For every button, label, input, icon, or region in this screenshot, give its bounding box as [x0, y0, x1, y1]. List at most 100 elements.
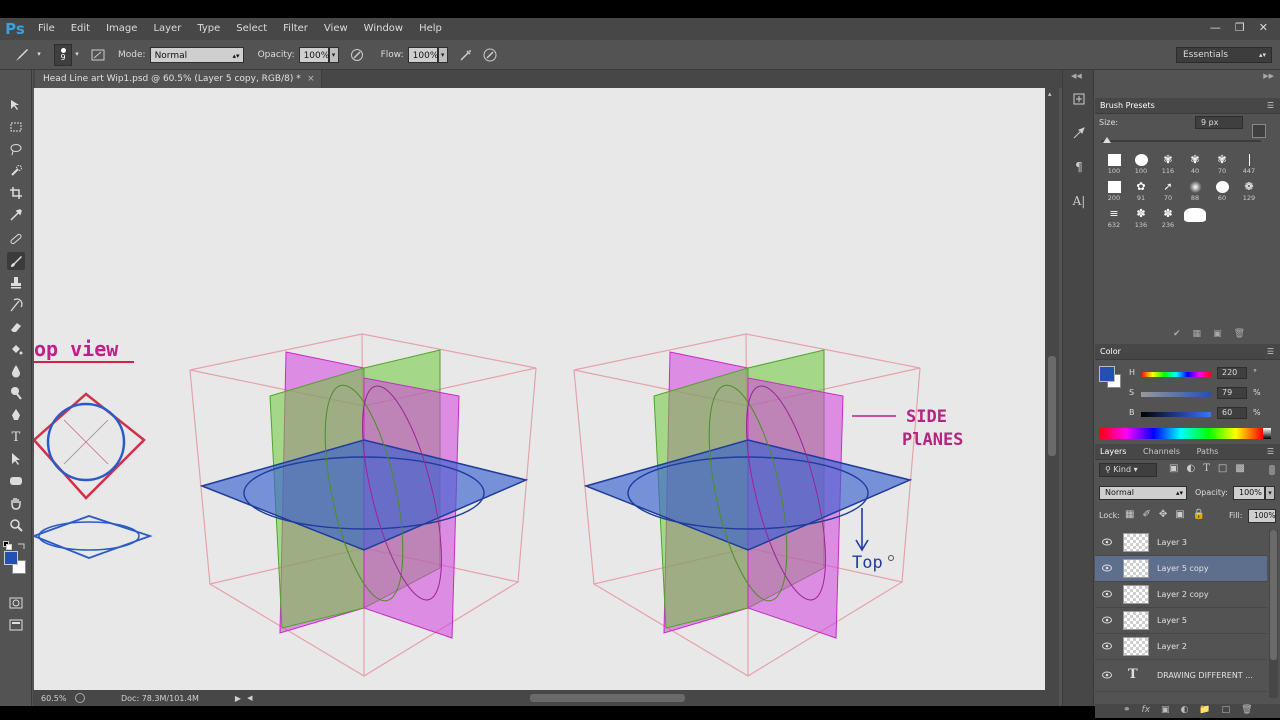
history-brush-tool-icon[interactable]: [7, 296, 25, 314]
layer-opacity-input[interactable]: 100%: [1233, 486, 1265, 500]
scroll-up-icon[interactable]: ▴: [1048, 90, 1052, 98]
visibility-eye-icon[interactable]: [1102, 671, 1112, 679]
airbrush-icon[interactable]: [458, 47, 474, 63]
menu-layer[interactable]: Layer: [145, 18, 189, 40]
eraser-tool-icon[interactable]: [7, 318, 25, 336]
lock-position-icon[interactable]: ✥: [1159, 509, 1167, 520]
menu-select[interactable]: Select: [228, 18, 275, 40]
horizontal-scroll-thumb[interactable]: [530, 694, 685, 702]
grayscale-ramp[interactable]: [1263, 428, 1271, 439]
status-menu-arrow-icon[interactable]: ▶: [235, 694, 241, 703]
blend-mode-select[interactable]: Normal ▴▾: [1099, 486, 1187, 500]
menu-window[interactable]: Window: [356, 18, 411, 40]
path-selection-tool-icon[interactable]: [7, 450, 25, 468]
brightness-slider[interactable]: [1141, 412, 1211, 417]
shape-tool-icon[interactable]: [7, 472, 25, 490]
type-tool-icon[interactable]: T: [7, 428, 25, 446]
brush-preset[interactable]: 100: [1101, 152, 1127, 178]
lock-pixels-icon[interactable]: ✐: [1142, 509, 1150, 520]
lock-transparent-icon[interactable]: ▦: [1125, 509, 1134, 520]
close-tab-icon[interactable]: ×: [307, 70, 315, 88]
flow-dropdown[interactable]: ▾: [437, 46, 448, 63]
panel-menu-icon[interactable]: ☰: [1267, 444, 1274, 460]
brush-preset[interactable]: 447: [1236, 152, 1262, 178]
pressure-size-icon[interactable]: [482, 47, 498, 63]
color-spectrum-bar[interactable]: [1099, 428, 1263, 439]
brush-preset[interactable]: ≡ 632: [1101, 206, 1127, 232]
hue-slider[interactable]: [1141, 372, 1211, 377]
foreground-color-swatch[interactable]: [1099, 366, 1115, 382]
swap-colors-icon[interactable]: [17, 541, 26, 550]
workspace-switcher[interactable]: Essentials ▴▾: [1176, 47, 1272, 63]
layer-row[interactable]: Layer 2: [1095, 634, 1267, 660]
history-panel-icon[interactable]: [1070, 90, 1088, 108]
character-panel-icon[interactable]: A|: [1070, 192, 1088, 210]
lock-all-icon[interactable]: 🔒: [1193, 509, 1205, 520]
restore-icon[interactable]: ❐: [1235, 18, 1245, 38]
filter-type-icon[interactable]: T: [1203, 463, 1210, 474]
paragraph-panel-icon[interactable]: ¶: [1070, 158, 1088, 176]
menu-help[interactable]: Help: [411, 18, 450, 40]
layers-scroll-thumb[interactable]: [1270, 530, 1277, 660]
quick-selection-tool-icon[interactable]: [7, 162, 25, 180]
brush-preset[interactable]: ✿ 91: [1128, 179, 1154, 205]
visibility-eye-icon[interactable]: [1102, 642, 1112, 650]
new-brush-icon[interactable]: ▣: [1213, 329, 1222, 339]
zoom-level[interactable]: 60.5%: [41, 694, 69, 703]
brush-preset[interactable]: 60: [1209, 179, 1235, 205]
paths-tab[interactable]: Paths: [1197, 444, 1219, 460]
menu-view[interactable]: View: [316, 18, 356, 40]
menu-edit[interactable]: Edit: [63, 18, 98, 40]
open-preset-manager-icon[interactable]: ▦: [1193, 329, 1202, 339]
clone-stamp-tool-icon[interactable]: [7, 274, 25, 292]
visibility-eye-icon[interactable]: [1102, 538, 1112, 546]
canvas-vertical-scrollbar[interactable]: ▴: [1045, 88, 1059, 690]
brush-tool-preset-icon[interactable]: [14, 47, 30, 63]
dodge-tool-icon[interactable]: [7, 384, 25, 402]
quick-mask-icon[interactable]: [7, 594, 25, 612]
opacity-input[interactable]: 100%: [298, 46, 329, 63]
canvas-horizontal-scrollbar[interactable]: [255, 694, 1045, 702]
layers-scrollbar[interactable]: [1269, 530, 1278, 698]
lock-artboard-icon[interactable]: ▣: [1175, 509, 1184, 520]
layer-row[interactable]: Layer 5: [1095, 608, 1267, 634]
color-tab[interactable]: Color: [1100, 344, 1121, 360]
collapse-panels-icon[interactable]: ▶▶: [1263, 72, 1274, 80]
visibility-eye-icon[interactable]: [1102, 564, 1112, 572]
collapse-strip-icon[interactable]: ◀◀: [1071, 72, 1082, 80]
brush-picker-dropdown[interactable]: ▾: [72, 47, 82, 63]
layer-filter-select[interactable]: ⚲ Kind ▾: [1099, 463, 1157, 477]
menu-file[interactable]: File: [30, 18, 63, 40]
brush-preset[interactable]: ❁ 129: [1236, 179, 1262, 205]
paint-bucket-tool-icon[interactable]: [7, 340, 25, 358]
pressure-opacity-icon[interactable]: [349, 47, 365, 63]
adjustment-layer-icon[interactable]: ◐: [1181, 705, 1189, 715]
layer-row[interactable]: Layer 3: [1095, 530, 1267, 556]
brush-tool-icon[interactable]: [7, 252, 25, 270]
marquee-tool-icon[interactable]: [7, 118, 25, 136]
lasso-tool-icon[interactable]: [7, 140, 25, 158]
panel-menu-icon[interactable]: ☰: [1267, 98, 1274, 114]
eyedropper-tool-icon[interactable]: [7, 206, 25, 224]
filter-pixel-icon[interactable]: ▣: [1169, 463, 1178, 474]
layer-style-icon[interactable]: fx: [1142, 705, 1151, 715]
visibility-eye-icon[interactable]: [1102, 616, 1112, 624]
mode-select[interactable]: Normal ▴▾: [149, 46, 244, 63]
filter-toggle-icon[interactable]: [1269, 465, 1275, 475]
blur-tool-icon[interactable]: [7, 362, 25, 380]
fill-input[interactable]: 100%: [1248, 509, 1276, 523]
layer-row-selected[interactable]: Layer 5 copy: [1095, 556, 1267, 582]
new-layer-icon[interactable]: □: [1222, 705, 1231, 715]
scroll-left-icon[interactable]: ◀: [247, 694, 252, 702]
add-mask-icon[interactable]: ▣: [1161, 705, 1170, 715]
delete-layer-icon[interactable]: 🗑: [1241, 705, 1252, 715]
menu-type[interactable]: Type: [189, 18, 228, 40]
opacity-dropdown[interactable]: ▾: [328, 46, 339, 63]
brush-preset[interactable]: ✾ 40: [1182, 152, 1208, 178]
brush-panel-toggle-icon[interactable]: [90, 47, 106, 63]
screen-mode-icon[interactable]: [7, 616, 25, 634]
minimize-icon[interactable]: —: [1210, 18, 1221, 38]
pen-tool-icon[interactable]: [7, 406, 25, 424]
menu-image[interactable]: Image: [98, 18, 145, 40]
status-info-icon[interactable]: [75, 693, 85, 703]
